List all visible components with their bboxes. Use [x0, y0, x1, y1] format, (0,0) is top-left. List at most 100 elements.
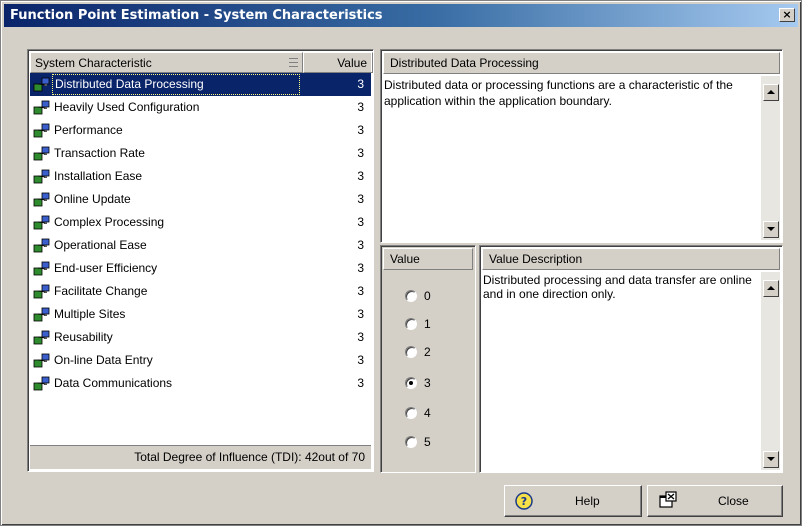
- help-button-label: Help: [575, 494, 600, 508]
- value-header: Value: [383, 248, 473, 270]
- list-item[interactable]: Complex Processing 3: [30, 211, 371, 234]
- list-item[interactable]: On-line Data Entry 3: [30, 349, 371, 372]
- list-item-value: 3: [357, 307, 364, 321]
- close-button[interactable]: Close: [647, 485, 783, 517]
- vdesc-scroll-up-button[interactable]: [763, 280, 779, 297]
- computer-network-icon: [33, 100, 51, 116]
- list-item-label: Data Communications: [54, 376, 173, 390]
- arrow-down-icon: [767, 457, 775, 461]
- list-item-value: 3: [357, 169, 364, 183]
- value-option-label: 0: [424, 289, 431, 303]
- svg-text:?: ?: [521, 495, 527, 508]
- list-item-label: Installation Ease: [54, 169, 143, 183]
- list-item-label: Operational Ease: [54, 238, 147, 252]
- close-button-label: Close: [718, 494, 749, 508]
- value-option-label: 3: [424, 376, 431, 390]
- list-item-value: 3: [357, 238, 364, 252]
- list-item[interactable]: Performance 3: [30, 119, 371, 142]
- value-option-label: 2: [424, 345, 431, 359]
- list-item-value: 3: [357, 261, 364, 275]
- column-header-value-label: Value: [337, 56, 367, 70]
- title-bar[interactable]: Function Point Estimation - System Chara…: [4, 4, 798, 27]
- list-item-label: Performance: [54, 123, 123, 137]
- computer-network-icon: [33, 376, 51, 392]
- list-item-value: 3: [357, 123, 364, 137]
- list-item-value: 3: [357, 330, 364, 344]
- value-description-header: Value Description: [482, 248, 780, 270]
- column-header-characteristic[interactable]: System Characteristic: [30, 52, 303, 73]
- list-item-value: 3: [357, 146, 364, 160]
- list-item[interactable]: Multiple Sites 3: [30, 303, 371, 326]
- list-item-value: 3: [357, 100, 364, 114]
- tdi-total-text: Total Degree of Influence (TDI): 42out o…: [134, 450, 365, 464]
- value-description-header-label: Value Description: [489, 252, 583, 266]
- list-item-value: 3: [357, 215, 364, 229]
- description-header-label: Distributed Data Processing: [390, 56, 539, 70]
- list-item-label: Distributed Data Processing: [52, 74, 300, 95]
- radio-button[interactable]: [405, 318, 417, 330]
- list-item-label: Facilitate Change: [54, 284, 148, 298]
- arrow-down-icon: [767, 227, 775, 231]
- computer-network-icon: [33, 77, 51, 93]
- close-window-icon: [659, 491, 677, 508]
- list-item[interactable]: Transaction Rate 3: [30, 142, 371, 165]
- radio-button[interactable]: [405, 290, 417, 302]
- value-option-label: 5: [424, 435, 431, 449]
- computer-network-icon: [33, 169, 51, 185]
- list-item-label: Heavily Used Configuration: [54, 100, 200, 114]
- list-item-label: Reusability: [54, 330, 113, 344]
- column-options-icon[interactable]: [289, 58, 298, 67]
- radio-button[interactable]: [405, 436, 417, 448]
- list-item-label: Multiple Sites: [54, 307, 126, 321]
- list-item-value: 3: [357, 77, 364, 91]
- arrow-up-icon: [767, 90, 775, 94]
- computer-network-icon: [33, 307, 51, 323]
- characteristic-description-panel: Distributed Data Processing Distributed …: [380, 49, 783, 243]
- system-characteristics-list: System Characteristic Value Distributed …: [27, 49, 374, 472]
- value-option-label: 1: [424, 317, 431, 331]
- scroll-up-button[interactable]: [763, 84, 779, 101]
- list-item-label: Transaction Rate: [54, 146, 145, 160]
- list-item[interactable]: Distributed Data Processing 3: [30, 73, 371, 96]
- vdesc-scroll-down-button[interactable]: [763, 451, 779, 468]
- computer-network-icon: [33, 215, 51, 231]
- computer-network-icon: [33, 353, 51, 369]
- radio-button[interactable]: [405, 407, 417, 419]
- column-header-value[interactable]: Value: [303, 52, 373, 73]
- computer-network-icon: [33, 238, 51, 254]
- window-title: Function Point Estimation - System Chara…: [10, 8, 383, 23]
- help-question-icon: ?: [515, 492, 533, 510]
- radio-button[interactable]: [405, 377, 417, 389]
- help-button[interactable]: ? Help: [504, 485, 642, 517]
- list-item-label: Complex Processing: [54, 215, 165, 229]
- list-item[interactable]: Facilitate Change 3: [30, 280, 371, 303]
- list-item[interactable]: Data Communications 3: [30, 372, 371, 395]
- list-item-label: End-user Efficiency: [54, 261, 158, 275]
- description-text: Distributed data or processing functions…: [384, 78, 733, 108]
- computer-network-icon: [33, 123, 51, 139]
- title-close-button[interactable]: ×: [779, 8, 795, 22]
- arrow-up-icon: [767, 286, 775, 290]
- list-item-value: 3: [357, 192, 364, 206]
- scroll-down-button[interactable]: [763, 221, 779, 238]
- list-item[interactable]: Reusability 3: [30, 326, 371, 349]
- list-item[interactable]: Installation Ease 3: [30, 165, 371, 188]
- list-item-label: Online Update: [54, 192, 131, 206]
- value-description-text: Distributed processing and data transfer…: [483, 273, 752, 301]
- description-scrollbar[interactable]: [761, 76, 780, 240]
- list-item[interactable]: Online Update 3: [30, 188, 371, 211]
- computer-network-icon: [33, 284, 51, 300]
- list-item-value: 3: [357, 353, 364, 367]
- characteristic-rows: Distributed Data Processing 3 Heavily Used…: [30, 73, 371, 395]
- value-description-scrollbar[interactable]: [761, 272, 780, 470]
- value-option-label: 4: [424, 406, 431, 420]
- list-item-label: On-line Data Entry: [54, 353, 153, 367]
- list-item[interactable]: End-user Efficiency 3: [30, 257, 371, 280]
- list-header: System Characteristic Value: [30, 52, 373, 73]
- list-item-value: 3: [357, 376, 364, 390]
- list-item-value: 3: [357, 284, 364, 298]
- list-item[interactable]: Heavily Used Configuration 3: [30, 96, 371, 119]
- radio-button[interactable]: [405, 346, 417, 358]
- computer-network-icon: [33, 146, 51, 162]
- list-item[interactable]: Operational Ease 3: [30, 234, 371, 257]
